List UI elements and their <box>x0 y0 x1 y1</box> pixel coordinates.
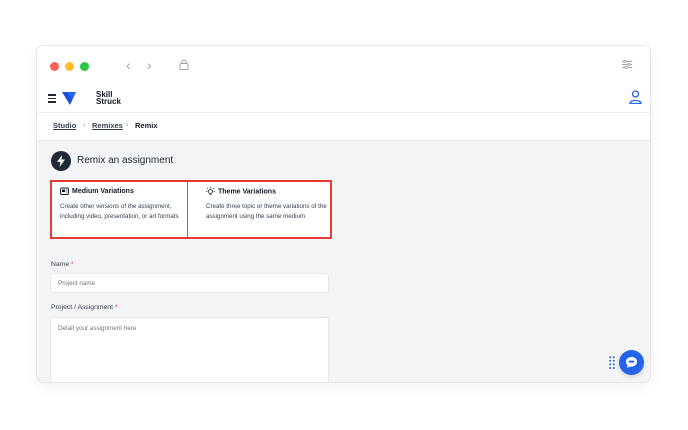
project-assignment-label: Project / Assignment * <box>51 304 118 311</box>
maximize-window-button[interactable] <box>80 62 89 71</box>
theme-variations-description: Create three topic or theme variations o… <box>206 203 327 220</box>
drag-handle-icon[interactable] <box>609 356 615 370</box>
breadcrumb: Studio › Remixes › Remix <box>37 113 650 141</box>
medium-variations-description: Create other versions of the assignment,… <box>60 203 179 220</box>
medium-variations-title: Medium Variations <box>60 187 134 195</box>
media-icon <box>60 187 69 195</box>
remix-bolt-icon <box>51 151 71 171</box>
skillstruck-logo-icon[interactable] <box>61 90 77 106</box>
breadcrumb-separator-icon: › <box>126 120 129 129</box>
breadcrumb-current: Remix <box>135 121 158 130</box>
lock-icon <box>179 59 189 70</box>
menu-icon[interactable] <box>48 94 56 105</box>
settings-sliders-icon[interactable] <box>622 60 632 69</box>
back-arrow-icon[interactable]: ‹ <box>126 56 131 74</box>
window-titlebar: ‹ › <box>37 46 650 84</box>
theme-variations-title: Theme Variations <box>206 187 276 196</box>
page-title: Remix an assignment <box>77 155 174 166</box>
theme-variations-option[interactable]: Theme Variations Create three topic or t… <box>188 182 330 237</box>
breadcrumb-studio[interactable]: Studio <box>53 121 76 130</box>
chat-button[interactable] <box>619 350 644 375</box>
app-header: Skill Struck <box>37 84 650 113</box>
name-label: Name * <box>51 261 74 268</box>
breadcrumb-remixes[interactable]: Remixes <box>92 121 123 130</box>
minimize-window-button[interactable] <box>65 62 74 71</box>
medium-variations-option[interactable]: Medium Variations Create other versions … <box>52 182 188 237</box>
project-name-input[interactable] <box>50 273 329 293</box>
assignment-details-textarea[interactable] <box>50 317 329 382</box>
chat-bubble-icon <box>626 357 637 368</box>
user-profile-icon[interactable] <box>629 90 642 104</box>
brand-name[interactable]: Skill Struck <box>96 91 121 106</box>
forward-arrow-icon[interactable]: › <box>147 56 152 74</box>
browser-window: ‹ › Skill Struck Studio › Remixes › Remi… <box>37 46 650 382</box>
lightbulb-icon <box>206 187 215 196</box>
breadcrumb-separator-icon: › <box>83 120 86 129</box>
variation-options: Medium Variations Create other versions … <box>50 180 332 239</box>
close-window-button[interactable] <box>50 62 59 71</box>
